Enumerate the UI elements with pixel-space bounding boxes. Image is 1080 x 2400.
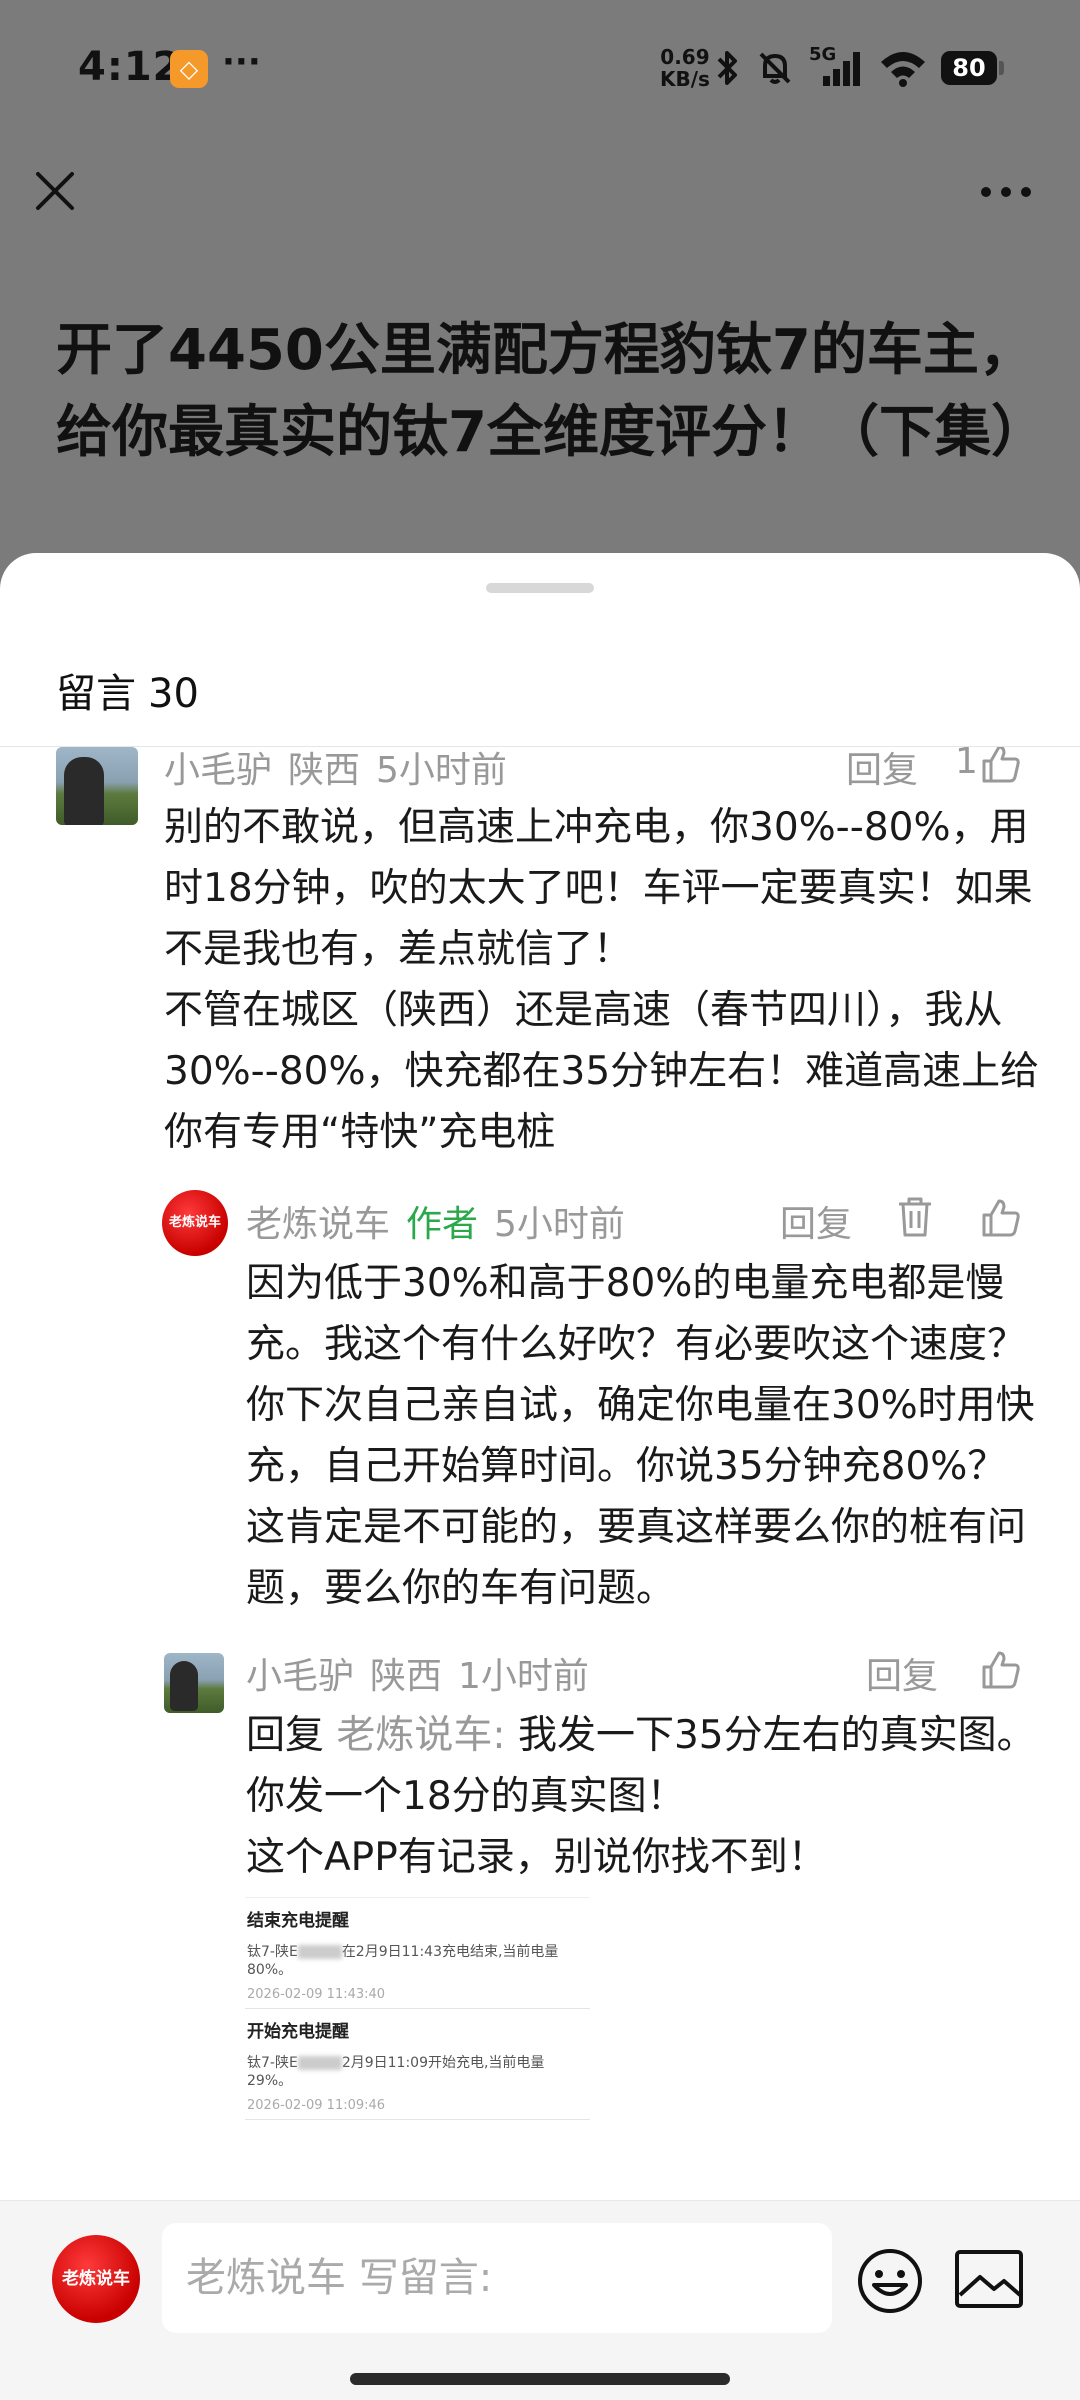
- attachment-title: 开始充电提醒: [247, 2022, 349, 2042]
- status-icons: 5G 80: [715, 44, 1004, 92]
- mute-icon: [759, 52, 791, 84]
- more-notifications-icon: ···: [222, 42, 261, 82]
- comment-text: 别的不敢说，但高速上冲充电，你30%--80%，用时18分钟，吹的太大了吧！车评…: [164, 805, 1040, 1155]
- reply-text: 因为低于30%和高于80%的电量充电都是慢充。我这个有什么好吹？有必要吹这个速度…: [246, 1261, 1035, 1611]
- comments-header: 留言 30: [56, 661, 199, 719]
- attachment-text: 钛7-陕E 在2月9日11:43充电结束,当前电量80%。: [247, 1944, 559, 1978]
- attachment-notice: 结束充电提醒 钛7-陕E 在2月9日11:43充电结束,当前电量80%。 2026…: [245, 1898, 590, 2009]
- emoji-icon[interactable]: [856, 2247, 924, 2315]
- comment-meta: 小毛驴 陕西 5小时前: [164, 747, 523, 793]
- author-badge: 作者: [406, 1204, 479, 1245]
- network-speed-value: 0.69: [660, 45, 710, 69]
- battery-indicator: 80: [941, 51, 1004, 85]
- network-speed: 0.69 KB/s: [660, 46, 710, 90]
- reply-author[interactable]: 小毛驴: [246, 1656, 354, 1697]
- battery-level: 80: [941, 51, 997, 85]
- reply-author[interactable]: 老炼说车: [246, 1204, 390, 1245]
- avatar[interactable]: [164, 1653, 224, 1713]
- signal-5g-icon: 5G: [809, 44, 865, 88]
- status-time: 4:12: [78, 44, 182, 90]
- close-icon[interactable]: [30, 166, 80, 216]
- thumbs-up-icon[interactable]: [980, 1649, 1022, 1691]
- sheet-drag-handle[interactable]: [486, 583, 594, 593]
- thumbs-up-icon[interactable]: [980, 747, 1022, 785]
- reply-meta: 小毛驴 陕西 1小时前: [246, 1647, 605, 1699]
- wifi-icon: [881, 52, 925, 87]
- more-options-icon[interactable]: [976, 170, 1036, 214]
- reply-to-user[interactable]: 老炼说车:: [336, 1713, 505, 1758]
- comment-author[interactable]: 小毛驴: [164, 750, 272, 791]
- reply-button[interactable]: 回复: [866, 1647, 938, 1699]
- comment-location: 陕西: [288, 750, 361, 791]
- attachment-text: 钛7-陕E 2月9日11:09开始充电,当前电量29%。: [247, 2055, 545, 2089]
- comment-time: 5小时前: [376, 750, 507, 791]
- reply-time: 5小时前: [494, 1204, 625, 1245]
- author-avatar[interactable]: 老炼说车: [162, 1190, 228, 1256]
- thumbs-up-icon[interactable]: [980, 1197, 1022, 1239]
- comments-list[interactable]: 小毛驴 陕西 5小时前 回复 1 别的不敢说，但高速上冲充电，你30%--80%，用…: [0, 747, 1080, 2197]
- attachment-notice: 开始充电提醒 钛7-陕E 2月9日11:09开始充电,当前电量29%。 2026-…: [245, 2009, 590, 2120]
- reply-meta: 老炼说车 作者 5小时前: [246, 1195, 641, 1247]
- image-upload-icon[interactable]: [954, 2249, 1024, 2309]
- reply-text: 回复 老炼说车: 我发一下35分左右的真实图。你发一个18分的真实图！ 这个AP…: [246, 1705, 1036, 1888]
- comment-input[interactable]: 老炼说车 写留言:: [162, 2223, 832, 2333]
- avatar[interactable]: [56, 747, 138, 825]
- reply-button[interactable]: 回复: [780, 1195, 852, 1247]
- attached-screenshot[interactable]: 结束充电提醒 钛7-陕E 在2月9日11:43充电结束,当前电量80%。 2026…: [245, 1897, 590, 2187]
- reply-location: 陕西: [370, 1656, 443, 1697]
- home-indicator[interactable]: [350, 2373, 730, 2385]
- article-title: 开了4450公里满配方程豹钛7的车主，给你最真实的钛7全维度评分！（下集）: [56, 318, 1047, 465]
- network-speed-unit: KB/s: [660, 67, 710, 91]
- comments-sheet: 留言 30 小毛驴 陕西 5小时前 回复 1 别的不敢说，但高速上冲充电，你30%--…: [0, 553, 1080, 2400]
- attachment-time: 2026-02-09 11:09:46: [247, 2098, 386, 2113]
- attachment-time: 2026-02-09 11:43:40: [247, 1987, 386, 2002]
- comment-input-bar: 老炼说车 老炼说车 写留言:: [0, 2200, 1080, 2400]
- comments-header-label: 留言: [56, 671, 136, 717]
- attachment-title: 结束充电提醒: [247, 1911, 349, 1931]
- delete-icon[interactable]: [894, 1195, 936, 1239]
- reply-button[interactable]: 回复: [846, 747, 918, 793]
- status-bar: 4:12 ◇ ··· 0.69 KB/s 5G 80: [0, 0, 1080, 140]
- comments-count: 30: [148, 671, 199, 717]
- app-notification-icon: ◇: [170, 50, 208, 88]
- reply-prefix: 回复: [246, 1713, 325, 1758]
- reply-time: 1小时前: [458, 1656, 589, 1697]
- like-count: 1: [955, 747, 978, 782]
- user-avatar[interactable]: 老炼说车: [52, 2235, 140, 2323]
- bluetooth-icon: [717, 51, 737, 85]
